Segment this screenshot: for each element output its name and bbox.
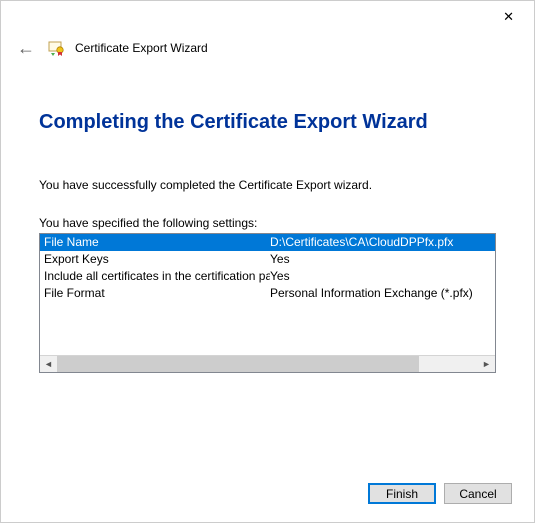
cancel-button[interactable]: Cancel — [444, 483, 512, 504]
horizontal-scrollbar[interactable]: ◄ ► — [40, 355, 495, 372]
wizard-name: Certificate Export Wizard — [75, 41, 208, 55]
back-arrow-icon[interactable]: ← — [15, 39, 37, 57]
scroll-track[interactable] — [57, 356, 478, 372]
page-title: Completing the Certificate Export Wizard — [39, 111, 496, 134]
scroll-right-icon[interactable]: ► — [478, 356, 495, 372]
certificate-icon — [47, 39, 65, 57]
setting-value: Personal Information Exchange (*.pfx) — [270, 285, 495, 302]
header: ← Certificate Export Wizard — [1, 33, 534, 69]
list-item[interactable]: File Name D:\Certificates\CA\CloudDPPfx.… — [40, 234, 495, 251]
settings-listbox[interactable]: File Name D:\Certificates\CA\CloudDPPfx.… — [39, 233, 496, 373]
setting-key: File Name — [40, 234, 270, 251]
setting-key: File Format — [40, 285, 270, 302]
finish-button[interactable]: Finish — [368, 483, 436, 504]
button-bar: Finish Cancel — [368, 483, 512, 504]
setting-value: Yes — [270, 251, 495, 268]
list-item[interactable]: File Format Personal Information Exchang… — [40, 285, 495, 302]
setting-key: Include all certificates in the certific… — [40, 268, 270, 285]
close-icon[interactable]: ✕ — [497, 7, 520, 27]
scroll-thumb[interactable] — [57, 356, 419, 372]
list-item[interactable]: Include all certificates in the certific… — [40, 268, 495, 285]
setting-key: Export Keys — [40, 251, 270, 268]
settings-label: You have specified the following setting… — [39, 216, 496, 230]
titlebar: ✕ — [1, 1, 534, 33]
setting-value: D:\Certificates\CA\CloudDPPfx.pfx — [270, 234, 495, 251]
settings-rows: File Name D:\Certificates\CA\CloudDPPfx.… — [40, 234, 495, 355]
intro-text: You have successfully completed the Cert… — [39, 178, 496, 192]
scroll-left-icon[interactable]: ◄ — [40, 356, 57, 372]
list-item[interactable]: Export Keys Yes — [40, 251, 495, 268]
setting-value: Yes — [270, 268, 495, 285]
content-area: Completing the Certificate Export Wizard… — [1, 69, 534, 373]
